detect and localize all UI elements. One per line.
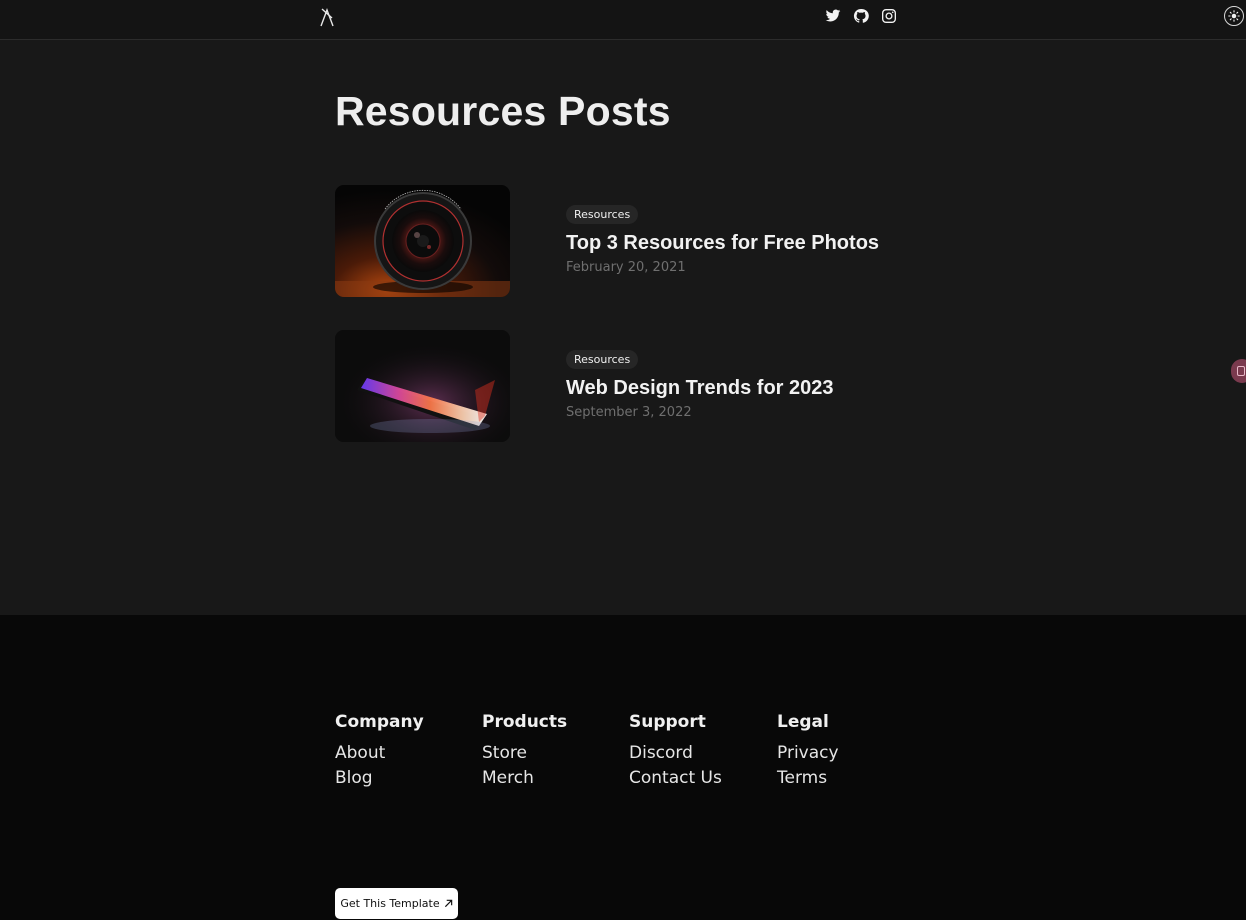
get-template-button[interactable]: Get This Template <box>335 888 458 919</box>
post-title[interactable]: Top 3 Resources for Free Photos <box>566 232 879 255</box>
footer-column-products: Products Store Merch <box>482 712 567 791</box>
footer-link-terms[interactable]: Terms <box>777 766 839 791</box>
get-template-label: Get This Template <box>340 897 440 910</box>
footer-link-blog[interactable]: Blog <box>335 766 424 791</box>
footer-link-discord[interactable]: Discord <box>629 741 722 766</box>
top-nav <box>0 0 1246 40</box>
post-card[interactable]: Resources Top 3 Resources for Free Photo… <box>335 185 935 297</box>
footer-link-contact-us[interactable]: Contact Us <box>629 766 722 791</box>
github-icon <box>853 8 869 23</box>
footer-column-legal: Legal Privacy Terms <box>777 712 839 791</box>
arrow-up-right-icon <box>444 899 452 908</box>
post-tag[interactable]: Resources <box>566 350 639 369</box>
footer-heading: Legal <box>777 712 829 732</box>
post-thumbnail[interactable] <box>335 185 510 297</box>
post-title[interactable]: Web Design Trends for 2023 <box>566 377 834 400</box>
footer-link-merch[interactable]: Merch <box>482 766 567 791</box>
footer-link-about[interactable]: About <box>335 741 424 766</box>
camera-lens-photo <box>335 185 510 297</box>
footer-heading: Products <box>482 712 568 732</box>
instagram-icon <box>882 9 896 23</box>
post-date: February 20, 2021 <box>566 260 686 275</box>
footer-heading: Company <box>335 712 424 732</box>
footer-link-store[interactable]: Store <box>482 741 567 766</box>
footer-link-privacy[interactable]: Privacy <box>777 741 839 766</box>
footer-column-support: Support Discord Contact Us <box>629 712 722 791</box>
post-tag[interactable]: Resources <box>566 205 639 224</box>
twitter-icon <box>825 9 841 22</box>
widget-icon <box>1237 366 1245 376</box>
post-thumbnail[interactable] <box>335 330 510 442</box>
sun-icon <box>1228 10 1240 22</box>
footer: Company About Blog Products Store Merch … <box>0 615 1246 920</box>
glowing-phone-photo <box>335 330 510 442</box>
side-widget-handle[interactable] <box>1231 359 1246 383</box>
footer-column-company: Company About Blog <box>335 712 424 791</box>
theme-toggle-button[interactable] <box>1224 6 1244 26</box>
post-card[interactable]: Resources Web Design Trends for 2023 Sep… <box>335 330 935 442</box>
post-date: September 3, 2022 <box>566 405 692 420</box>
main-content: Resources Posts Resources Top 3 Resource… <box>0 40 1246 615</box>
page-title: Resources Posts <box>335 88 671 134</box>
logo-mark-icon <box>320 8 334 27</box>
footer-heading: Support <box>629 712 706 732</box>
